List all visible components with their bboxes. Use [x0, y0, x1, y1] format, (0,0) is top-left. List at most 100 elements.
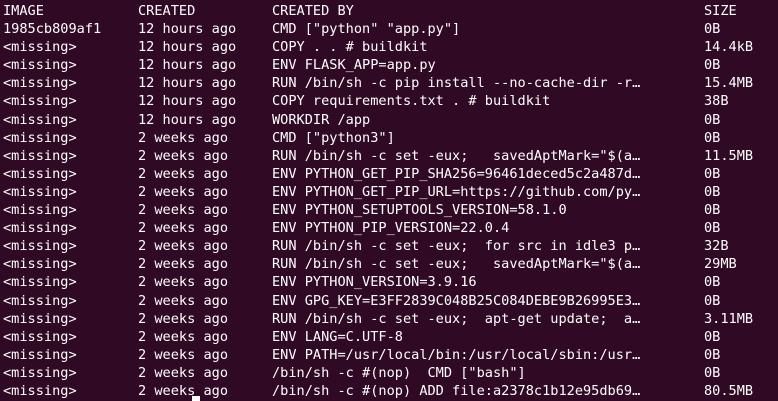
row-created-by: ENV PATH=/usr/local/bin:/usr/local/sbin:… — [272, 346, 641, 363]
row-size: 0B — [704, 274, 721, 291]
row-created: 12 hours ago — [138, 57, 237, 74]
table-row: <missing> 2 weeks ago RUN /bin/sh -c set -… — [3, 147, 778, 165]
row-created-by: ENV PYTHON_GET_PIP_URL=https://github.co… — [272, 183, 641, 200]
row-image-id: <missing> — [3, 364, 77, 381]
row-created-by: ENV PYTHON_SETUPTOOLS_VERSION=58.1.0 — [272, 202, 567, 219]
table-row: <missing> 2 weeks ago RUN /bin/sh -c set -… — [3, 310, 778, 328]
row-image-id: <missing> — [3, 202, 77, 219]
row-image-id: <missing> — [3, 382, 77, 399]
row-image-id: <missing> — [3, 183, 77, 200]
row-image-id: <missing> — [3, 111, 77, 128]
row-image-id: <missing> — [3, 310, 77, 327]
table-row: <missing> 2 weeks ago/bin/sh -c #(nop) CM… — [3, 364, 778, 382]
row-image-id: <missing> — [3, 328, 77, 345]
row-size: 38B — [704, 93, 729, 110]
row-image-id: <missing> — [3, 57, 77, 74]
row-created-by: CMD ["python" "app.py"] — [272, 21, 461, 38]
row-created: 2 weeks ago — [138, 346, 229, 363]
header-size: SIZE — [704, 3, 737, 19]
row-created: 2 weeks ago — [138, 183, 229, 200]
row-size: 0B — [704, 346, 721, 363]
row-size: 32B — [704, 238, 729, 255]
table-row: <missing> 2 weeks ago ENV PYTHON_VERSION=3… — [3, 273, 778, 291]
terminal-window[interactable]: IMAGE CREATED CREATED BY SIZE 1985cb809a… — [0, 0, 778, 401]
table-row: <missing> 12 hours ago WORKDIR /app 0B — [3, 111, 778, 129]
row-created: 2 weeks ago — [138, 328, 229, 345]
row-image-id: <missing> — [3, 39, 77, 56]
row-created-by: ENV PYTHON_VERSION=3.9.16 — [272, 274, 477, 291]
row-created: 2 weeks ago — [138, 129, 229, 146]
table-row: <missing> 12 hours ago COPY requirements.t… — [3, 92, 778, 110]
row-size: 0B — [704, 21, 721, 38]
row-size: 0B — [704, 165, 721, 182]
row-created: 12 hours ago — [138, 75, 237, 92]
row-image-id: <missing> — [3, 129, 77, 146]
table-row: <missing> 2 weeks ago ENV PYTHON_GET_PIP_U… — [3, 183, 778, 201]
row-size: 14.4kB — [704, 39, 754, 56]
row-created-by: WORKDIR /app — [272, 111, 371, 128]
table-row: <missing> 2 weeks ago ENV LANG=C.UTF-8 0B — [3, 328, 778, 346]
row-created: 2 weeks ago — [138, 274, 229, 291]
row-created-by: ENV GPG_KEY=E3FF2839C048B25C084DEBE9B269… — [272, 292, 641, 309]
row-created: 2 weeks ago — [138, 256, 229, 273]
row-created-by: CMD ["python3"] — [272, 129, 395, 146]
row-size: 0B — [704, 57, 721, 74]
row-created: 2 weeks ago — [138, 310, 229, 327]
row-created-by: ENV LANG=C.UTF-8 — [272, 328, 403, 345]
row-created-by: COPY . . # buildkit — [272, 39, 428, 56]
row-size: 0B — [704, 328, 721, 345]
row-size: 15.4MB — [704, 75, 754, 92]
row-created-by: ENV FLASK_APP=app.py — [272, 57, 436, 74]
header-created-by: CREATED BY — [272, 3, 354, 19]
terminal-cursor — [192, 396, 200, 401]
row-size: 3.11MB — [704, 310, 754, 327]
row-created: 2 weeks ago — [138, 220, 229, 237]
row-created-by: /bin/sh -c #(nop) ADD file:a2378c1b12e95… — [272, 382, 641, 399]
row-image-id: <missing> — [3, 292, 77, 309]
row-created: 12 hours ago — [138, 21, 237, 38]
table-row: <missing> 2 weeks ago ENV PATH=/usr/local/… — [3, 346, 778, 364]
table-header: IMAGE CREATED CREATED BY SIZE — [3, 2, 778, 20]
row-size: 29MB — [704, 256, 737, 273]
table-row: <missing> 12 hours ago COPY . . # buildkit… — [3, 38, 778, 56]
row-created: 2 weeks ago — [138, 238, 229, 255]
table-row: <missing> 2 weeks ago ENV PYTHON_PIP_VERSI… — [3, 219, 778, 237]
row-size: 11.5MB — [704, 147, 754, 164]
row-created-by: RUN /bin/sh -c pip install --no-cache-di… — [272, 75, 641, 92]
row-image-id: <missing> — [3, 147, 77, 164]
row-created-by: COPY requirements.txt . # buildkit — [272, 93, 551, 110]
table-row: <missing> 2 weeks ago ENV GPG_KEY=E3FF2839… — [3, 292, 778, 310]
row-image-id: <missing> — [3, 274, 77, 291]
row-image-id: <missing> — [3, 93, 77, 110]
table-row: <missing> 12 hours ago RUN /bin/sh -c pip … — [3, 74, 778, 92]
row-image-id: 1985cb809af1 — [3, 21, 102, 38]
table-row: <missing> 2 weeks ago ENV PYTHON_SETUPTOOL… — [3, 201, 778, 219]
row-created-by: ENV PYTHON_GET_PIP_SHA256=96461deced5c2a… — [272, 165, 641, 182]
row-image-id: <missing> — [3, 256, 77, 273]
row-created: 2 weeks ago — [138, 165, 229, 182]
table-row: 1985cb809af1 12 hours ago CMD ["python" "a… — [3, 20, 778, 38]
row-created-by: RUN /bin/sh -c set -eux; savedAptMark="$… — [272, 256, 641, 273]
row-created: 12 hours ago — [138, 39, 237, 56]
row-size: 0B — [704, 292, 721, 309]
docker-history-output: IMAGE CREATED CREATED BY SIZE 1985cb809a… — [3, 2, 778, 400]
row-size: 0B — [704, 202, 721, 219]
row-created-by: RUN /bin/sh -c set -eux; for src in idle… — [272, 238, 641, 255]
table-row: <missing> 2 weeks ago ENV PYTHON_GET_PIP_S… — [3, 165, 778, 183]
row-created: 2 weeks ago — [138, 147, 229, 164]
header-image: IMAGE — [3, 3, 44, 19]
row-image-id: <missing> — [3, 238, 77, 255]
row-created: 2 weeks ago — [138, 382, 229, 399]
table-row: <missing> 2 weeks ago/bin/sh -c #(nop) AD… — [3, 382, 778, 400]
row-created-by: /bin/sh -c #(nop) CMD ["bash"] — [272, 364, 526, 381]
row-created-by: RUN /bin/sh -c set -eux; apt-get update;… — [272, 310, 641, 327]
row-image-id: <missing> — [3, 75, 77, 92]
row-created: 2 weeks ago — [138, 364, 229, 381]
row-size: 0B — [704, 364, 721, 381]
row-size: 80.5MB — [704, 382, 754, 399]
row-created-by: ENV PYTHON_PIP_VERSION=22.0.4 — [272, 220, 510, 237]
table-row: <missing> 2 weeks ago RUN /bin/sh -c set -… — [3, 237, 778, 255]
row-created: 12 hours ago — [138, 93, 237, 110]
row-created: 12 hours ago — [138, 111, 237, 128]
row-image-id: <missing> — [3, 220, 77, 237]
